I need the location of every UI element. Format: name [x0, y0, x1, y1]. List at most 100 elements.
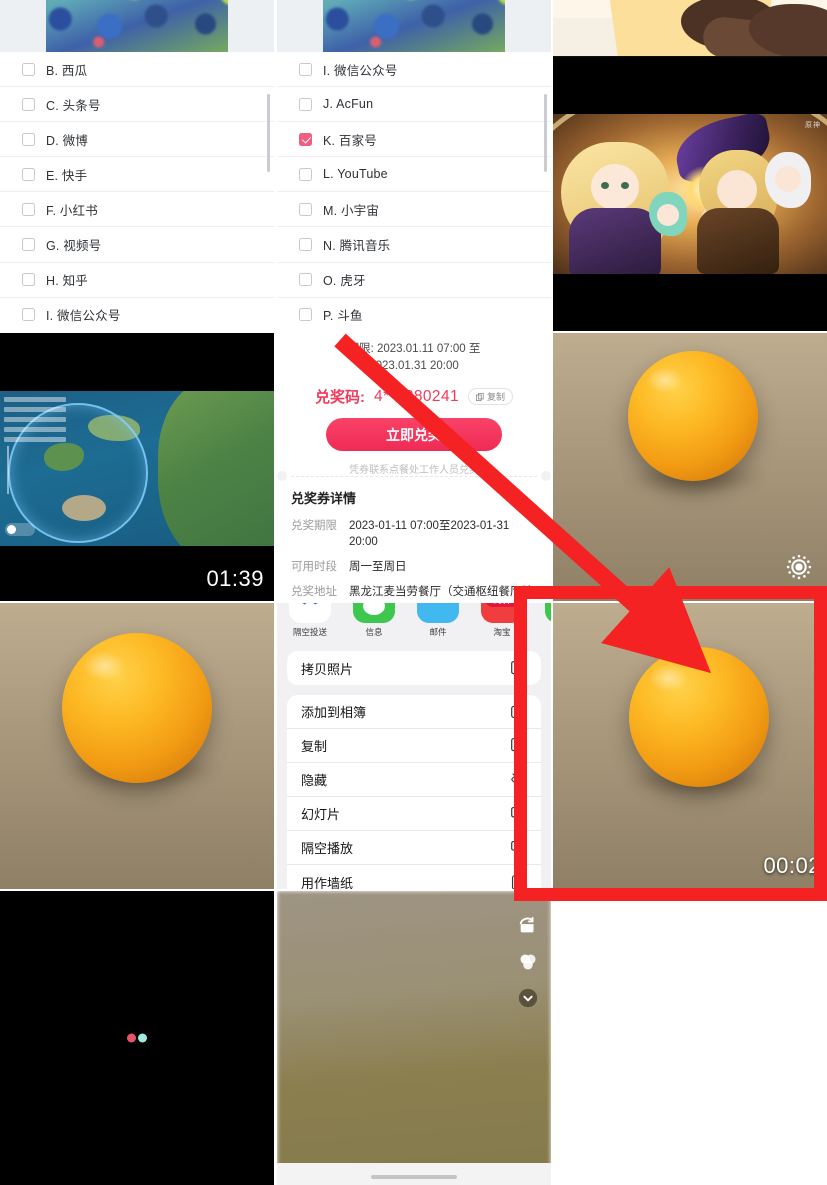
legend-row: [4, 437, 66, 442]
menu-item-slideshow[interactable]: 幻灯片: [287, 797, 541, 831]
detail-value: 周一至周日: [349, 561, 407, 573]
share-target-airdrop[interactable]: 隔空投送: [289, 603, 331, 638]
detail-row: 兑奖期限 2023-01-11 07:00至2023-01-31 20:00: [291, 518, 541, 550]
panel-orange-photo-live: [553, 333, 827, 601]
body: [697, 208, 779, 274]
checkbox-icon[interactable]: [22, 273, 35, 287]
list-item[interactable]: F. 小红书: [0, 192, 274, 228]
share-app-row[interactable]: 隔空投送 信息 邮件 年货节 淘宝: [277, 603, 551, 647]
copy-photo-icon: [511, 660, 526, 677]
filter-icon[interactable]: [517, 951, 539, 973]
share-target-mail[interactable]: 邮件: [417, 603, 459, 638]
live-photo-icon[interactable]: [785, 553, 813, 581]
list-item[interactable]: C. 头条号: [0, 87, 274, 123]
menu-item-duplicate[interactable]: 复制: [287, 729, 541, 763]
chevron-down-icon[interactable]: [517, 987, 539, 1009]
orange-fruit: [629, 647, 769, 787]
detail-title: 兑奖券详情: [291, 491, 357, 506]
menu-item-copy-photo[interactable]: 拷贝照片: [287, 651, 541, 685]
panel-orange-video: 00:02: [553, 603, 827, 889]
menu-group-copy: 拷贝照片: [287, 651, 541, 685]
detail-key: 可用时段: [291, 561, 337, 573]
menu-item-airplay[interactable]: 隔空播放: [287, 831, 541, 865]
copy-icon: [476, 392, 484, 401]
map-toggle-switch[interactable]: [5, 523, 35, 536]
share-target-taobao[interactable]: 年货节 淘宝: [481, 603, 523, 638]
menu-item-label: 复制: [301, 739, 328, 754]
list-item[interactable]: I. 微信公众号: [277, 52, 551, 88]
checkbox-icon[interactable]: [22, 62, 35, 76]
list-item-label: C. 头条号: [46, 98, 101, 113]
list-item[interactable]: P. 斗鱼: [277, 298, 551, 331]
camera-flip-icon[interactable]: [517, 915, 539, 937]
ios-share-sheet: 隔空投送 信息 邮件 年货节 淘宝: [277, 603, 551, 889]
checkbox-list-left[interactable]: B. 西瓜 C. 头条号 D. 微博 E. 快手 F. 小红书 G. 视频号 H…: [0, 52, 274, 331]
panel-share-sheet: 隔空投送 信息 邮件 年货节 淘宝: [277, 603, 551, 889]
list-item[interactable]: I. 微信公众号: [0, 298, 274, 331]
list-item[interactable]: D. 微博: [0, 122, 274, 158]
checkbox-icon[interactable]: [299, 167, 312, 181]
checkbox-icon[interactable]: [299, 273, 312, 287]
checkbox-icon[interactable]: [299, 238, 312, 252]
coupon-detail-section: 兑奖券详情 兑奖期限 2023-01-11 07:00至2023-01-31 2…: [291, 488, 541, 601]
list-item-label: N. 腾讯音乐: [323, 239, 391, 254]
list-item-selected[interactable]: K. 百家号: [277, 122, 551, 158]
panel-orange-photo-left: [0, 603, 274, 889]
dot-red: [127, 1033, 136, 1043]
checkbox-icon[interactable]: [299, 202, 312, 216]
list-item[interactable]: E. 快手: [0, 157, 274, 193]
list-item[interactable]: L. YouTube: [277, 157, 551, 193]
face: [657, 204, 679, 226]
checkbox-icon[interactable]: [22, 167, 35, 181]
list-item[interactable]: O. 虎牙: [277, 263, 551, 298]
checkbox-icon[interactable]: [22, 308, 35, 322]
list-item[interactable]: N. 腾讯音乐: [277, 227, 551, 263]
detail-value: 2023-01-11 07:00至2023-01-31 20:00: [349, 520, 510, 548]
game-map: [0, 391, 274, 546]
checkbox-icon[interactable]: [299, 62, 312, 76]
redeem-now-button[interactable]: 立即兑奖: [326, 418, 502, 451]
detail-key: 兑奖地址: [291, 586, 337, 598]
scrollbar-thumb[interactable]: [544, 94, 547, 172]
share-target-messages[interactable]: 信息: [353, 603, 395, 638]
list-item[interactable]: G. 视频号: [0, 227, 274, 263]
coupon-card: 期限: 2023.01.11 07:00 至 2023.01.31 20:00 …: [277, 333, 551, 485]
menu-item-wallpaper[interactable]: 用作墙纸: [287, 865, 541, 889]
legend-row: [4, 427, 66, 432]
menu-item-add-to-album[interactable]: 添加到相簿: [287, 695, 541, 729]
dot-cyan: [138, 1033, 147, 1043]
duplicate-icon: [511, 738, 526, 754]
hide-icon: [511, 773, 526, 786]
checkbox-icon-checked[interactable]: [299, 132, 312, 146]
list-item[interactable]: M. 小宇宙: [277, 192, 551, 228]
detail-row: 可用时段 周一至周日: [291, 559, 541, 575]
share-target-label: 隔空投送: [292, 627, 327, 637]
legend-row: [4, 407, 66, 412]
checkbox-icon[interactable]: [22, 202, 35, 216]
checkbox-icon[interactable]: [299, 308, 312, 322]
camera-controls[interactable]: [517, 915, 539, 1009]
checkbox-icon[interactable]: [22, 238, 35, 252]
list-item[interactable]: H. 知乎: [0, 263, 274, 298]
eye-right: [621, 182, 629, 189]
anime-illustration: [553, 0, 827, 57]
genshin-key-art: 原神: [553, 114, 827, 274]
list-item-label: P. 斗鱼: [323, 309, 363, 324]
list-item[interactable]: B. 西瓜: [0, 52, 274, 88]
checkbox-icon[interactable]: [22, 132, 35, 146]
share-target-wechat[interactable]: [545, 603, 551, 626]
share-target-label: 邮件: [429, 627, 447, 637]
taobao-icon: 年货节: [481, 603, 523, 623]
checkbox-icon[interactable]: [299, 97, 312, 111]
list-item[interactable]: J. AcFun: [277, 87, 551, 123]
list-item-label: L. YouTube: [323, 167, 388, 182]
scrollbar-thumb[interactable]: [267, 94, 270, 172]
checkbox-list-mid[interactable]: I. 微信公众号 J. AcFun K. 百家号 L. YouTube M. 小…: [277, 52, 551, 331]
menu-item-hide[interactable]: 隐藏: [287, 763, 541, 797]
checkbox-icon[interactable]: [22, 97, 35, 111]
dress-photo-top: [0, 0, 274, 52]
copy-button[interactable]: 复制: [468, 388, 514, 405]
map-legend[interactable]: [4, 397, 66, 447]
menu-item-label: 隐藏: [301, 773, 328, 788]
zoom-slider[interactable]: [7, 446, 9, 494]
